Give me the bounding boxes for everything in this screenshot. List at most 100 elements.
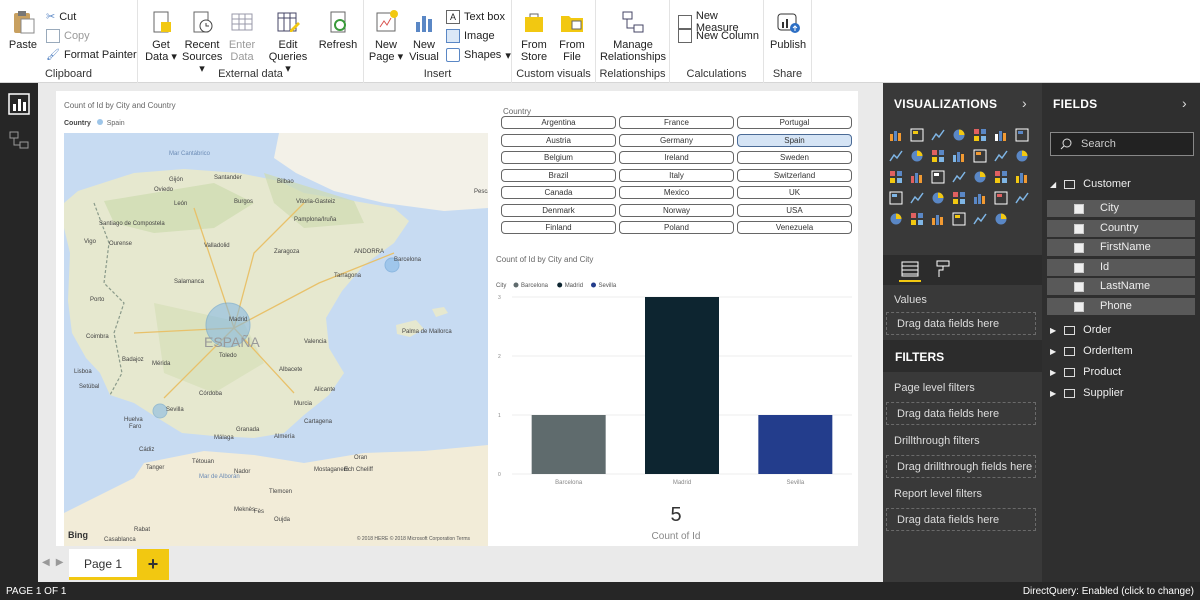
- visual-type-icon[interactable]: [994, 212, 1008, 226]
- field-item[interactable]: Country: [1047, 219, 1195, 237]
- visual-type-icon[interactable]: [952, 128, 966, 142]
- values-drop-well[interactable]: Drag data fields here: [886, 312, 1036, 335]
- visual-type-icon[interactable]: [889, 149, 903, 163]
- slicer-item[interactable]: Spain: [737, 133, 852, 147]
- visual-type-icon[interactable]: [1015, 191, 1029, 205]
- refresh-button[interactable]: Refresh: [318, 8, 358, 51]
- new-page-button[interactable]: New Page ▾: [368, 8, 404, 63]
- from-store-button[interactable]: From Store: [518, 8, 550, 63]
- field-table[interactable]: ▶ Product: [1050, 366, 1121, 378]
- field-table[interactable]: ▶ Supplier: [1050, 387, 1124, 399]
- slicer-item[interactable]: Brazil: [501, 168, 616, 182]
- format-painter-button[interactable]: 🖌 Format Painter: [46, 48, 137, 62]
- visual-type-icon[interactable]: [931, 149, 945, 163]
- expand-down-icon[interactable]: ◢: [1050, 180, 1056, 189]
- drillthrough-drop-well[interactable]: Drag drillthrough fields here: [886, 455, 1036, 478]
- enter-data-button[interactable]: Enter Data: [224, 8, 260, 63]
- tab-page-1[interactable]: Page 1: [69, 549, 137, 580]
- visual-type-icon[interactable]: [931, 212, 945, 226]
- slicer-item[interactable]: Argentina: [501, 116, 616, 129]
- expand-right-icon[interactable]: ▶: [1050, 347, 1056, 356]
- edit-queries-button[interactable]: Edit Queries ▾: [268, 8, 308, 75]
- field-item[interactable]: City: [1047, 200, 1195, 217]
- visual-type-icon[interactable]: [889, 191, 903, 205]
- visual-type-icon[interactable]: [952, 170, 966, 184]
- visual-type-icon[interactable]: [910, 191, 924, 205]
- map-visual[interactable]: Mar Cantábrico Gijón Santander Bilbao Oviedo…: [64, 133, 488, 546]
- add-page-button[interactable]: +: [137, 549, 169, 580]
- visual-type-icon[interactable]: [973, 170, 987, 184]
- visual-type-icon[interactable]: [952, 149, 966, 163]
- visual-type-icon[interactable]: [931, 170, 945, 184]
- field-checkbox[interactable]: [1074, 262, 1084, 273]
- bar-chart[interactable]: City Barcelona Madrid Sevilla 0 1 2 3 Barcelon…: [494, 267, 858, 507]
- visual-type-icon[interactable]: [973, 149, 987, 163]
- visual-type-icon[interactable]: [910, 212, 924, 226]
- shapes-button[interactable]: Shapes ▾: [446, 48, 511, 62]
- slicer-item[interactable]: Belgium: [501, 151, 616, 164]
- expand-right-icon[interactable]: ▶: [1050, 389, 1056, 398]
- slicer-item[interactable]: Mexico: [619, 186, 734, 199]
- visual-type-icon[interactable]: [910, 170, 924, 184]
- visual-type-icon[interactable]: [994, 191, 1008, 205]
- new-column-button[interactable]: New Column: [678, 29, 759, 43]
- slicer-item[interactable]: Finland: [501, 221, 616, 234]
- visual-type-icon[interactable]: [973, 128, 987, 142]
- slicer-item[interactable]: Portugal: [737, 116, 852, 129]
- from-file-button[interactable]: From File: [556, 8, 588, 63]
- recent-sources-button[interactable]: Recent Sources ▾: [182, 8, 222, 75]
- slicer-item[interactable]: USA: [737, 203, 852, 217]
- slicer-item[interactable]: France: [619, 116, 734, 129]
- field-checkbox[interactable]: [1074, 223, 1084, 234]
- visual-type-icon[interactable]: [994, 170, 1008, 184]
- visual-type-icon[interactable]: [931, 128, 945, 142]
- relationships-view-icon[interactable]: [8, 129, 30, 151]
- visual-type-icon[interactable]: [952, 191, 966, 205]
- slicer-item[interactable]: Sweden: [737, 151, 852, 164]
- bar[interactable]: [645, 297, 719, 474]
- field-checkbox[interactable]: [1074, 282, 1084, 292]
- slicer-item[interactable]: Italy: [619, 168, 734, 182]
- publish-button[interactable]: Publish: [770, 8, 806, 51]
- copy-button[interactable]: Copy: [46, 29, 90, 43]
- field-item[interactable]: FirstName: [1047, 239, 1195, 256]
- visual-type-icon[interactable]: [931, 191, 945, 205]
- slicer-item[interactable]: Venezuela: [737, 221, 852, 234]
- visual-type-icon[interactable]: [973, 212, 987, 226]
- slicer-item[interactable]: Norway: [619, 203, 734, 217]
- slicer-item[interactable]: Austria: [501, 133, 616, 147]
- format-paint-roller-icon[interactable]: [935, 260, 951, 278]
- visual-type-icon[interactable]: [910, 128, 924, 142]
- visual-type-icon[interactable]: [889, 128, 903, 142]
- visual-type-icon[interactable]: [973, 191, 987, 205]
- field-table[interactable]: ▶ OrderItem: [1050, 345, 1133, 357]
- tab-nav-arrows[interactable]: ◀▶: [42, 557, 69, 568]
- visual-type-icon[interactable]: [1015, 149, 1029, 163]
- slicer-item[interactable]: UK: [737, 186, 852, 199]
- field-checkbox[interactable]: [1074, 301, 1084, 312]
- visual-type-icon[interactable]: [952, 212, 966, 226]
- field-item[interactable]: Id: [1047, 258, 1195, 276]
- field-table[interactable]: ▶ Order: [1050, 324, 1111, 336]
- slicer-item[interactable]: Denmark: [501, 203, 616, 217]
- fields-tab-icon[interactable]: [901, 261, 919, 277]
- image-button[interactable]: Image: [446, 29, 495, 43]
- visual-type-icon[interactable]: [889, 212, 903, 226]
- report-filters-drop-well[interactable]: Drag data fields here: [886, 508, 1036, 531]
- expand-right-icon[interactable]: ▶: [1050, 368, 1056, 377]
- directquery-status[interactable]: DirectQuery: Enabled (click to change): [1023, 586, 1194, 597]
- slicer-item[interactable]: Germany: [619, 133, 734, 147]
- visual-type-icon[interactable]: [910, 149, 924, 163]
- cut-button[interactable]: ✂ Cut: [46, 10, 76, 24]
- new-visual-button[interactable]: New Visual: [406, 8, 442, 63]
- manage-relationships-button[interactable]: Manage Relationships: [598, 8, 668, 63]
- field-table[interactable]: ◢ Customer: [1050, 178, 1131, 190]
- bar[interactable]: [758, 415, 833, 474]
- field-checkbox[interactable]: [1074, 204, 1084, 214]
- field-item[interactable]: Phone: [1047, 297, 1195, 315]
- expand-right-icon[interactable]: ▶: [1050, 326, 1056, 335]
- slicer-item[interactable]: Switzerland: [737, 168, 852, 182]
- paste-button[interactable]: Paste: [6, 8, 40, 51]
- visual-type-icon[interactable]: [994, 149, 1008, 163]
- report-view-icon[interactable]: [8, 93, 30, 115]
